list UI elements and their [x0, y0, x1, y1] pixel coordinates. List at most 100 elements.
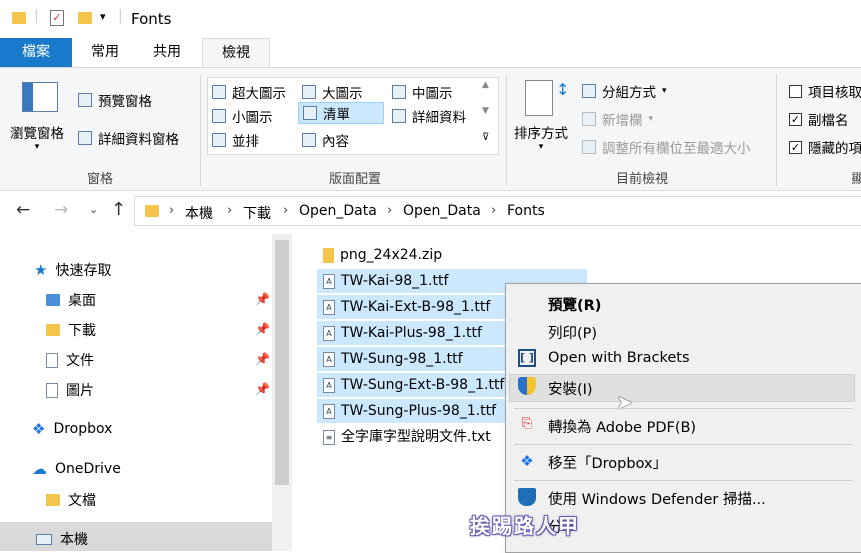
file-name: TW-Sung-98_1.ttf: [341, 351, 463, 367]
menu-item-move-to-dropbox[interactable]: 移至「Dropbox」: [548, 452, 667, 473]
layout-large-icons[interactable]: 大圖示: [302, 82, 363, 102]
menu-item-install[interactable]: 安裝(I): [548, 378, 593, 399]
documents-icon: [46, 352, 58, 368]
checkbox[interactable]: [789, 84, 802, 98]
up-arrow-icon[interactable]: ↑: [111, 199, 126, 220]
tab-home[interactable]: 常用: [80, 38, 130, 67]
nav-quick-access[interactable]: ★ 快速存取: [34, 260, 111, 280]
nav-item-downloads[interactable]: 下載: [46, 320, 96, 340]
menu-item-open-with-brackets[interactable]: Open with Brackets: [548, 350, 690, 366]
chevron-right-icon[interactable]: ›: [491, 203, 496, 218]
watermark: 挨踢路人甲: [470, 514, 580, 538]
nav-item-pictures[interactable]: 圖片: [46, 380, 94, 400]
chevron-down-icon[interactable]: ▾: [100, 10, 106, 23]
new-folder-icon[interactable]: [78, 12, 92, 24]
checkbox-checked[interactable]: ✓: [789, 112, 802, 126]
layout-extra-large-icons[interactable]: 超大圖示: [212, 82, 286, 102]
breadcrumb-open-data[interactable]: Open_Data: [403, 203, 481, 219]
file-item[interactable]: png_24x24.zip: [317, 243, 442, 267]
nav-scrollbar-thumb[interactable]: [275, 240, 289, 485]
chevron-down-icon: ▾: [538, 142, 544, 152]
menu-item-convert-pdf[interactable]: 轉換為 Adobe PDF(B): [548, 416, 696, 437]
nav-label: 文檔: [68, 493, 96, 509]
menu-item-print[interactable]: 列印(P): [548, 322, 597, 343]
hidden-items-toggle[interactable]: ✓ 隱藏的項: [789, 137, 861, 157]
back-arrow-icon[interactable]: ←: [16, 200, 30, 220]
star-icon: ★: [34, 261, 48, 279]
properties-icon[interactable]: ✓: [50, 10, 64, 26]
recent-locations-icon[interactable]: ⌄: [89, 203, 98, 216]
breadcrumb[interactable]: › 本機 › 下載 › Open_Data › Open_Data › Font…: [134, 196, 861, 226]
menu-item-defender-scan[interactable]: 使用 Windows Defender 掃描...: [548, 488, 766, 509]
address-bar: ← → ⌄ ↑ › 本機 › 下載 › Open_Data › Open_Dat…: [0, 196, 861, 226]
file-extensions-toggle[interactable]: ✓ 副檔名: [789, 109, 849, 129]
breadcrumb-fonts[interactable]: Fonts: [507, 203, 545, 219]
item-checkboxes-toggle[interactable]: 項目核取: [789, 81, 861, 101]
breadcrumb-open-data[interactable]: Open_Data: [299, 203, 377, 219]
file-item[interactable]: ≡ 全字庫字型說明文件.txt: [317, 425, 491, 449]
tab-file[interactable]: 檔案: [0, 38, 72, 67]
menu-separator: [514, 408, 852, 409]
layout-tiles[interactable]: 並排: [212, 130, 259, 150]
tiles-icon: [212, 133, 226, 147]
nav-label: 快速存取: [55, 263, 112, 279]
nav-this-pc[interactable]: 本機: [36, 529, 88, 549]
nav-onedrive[interactable]: ☁ OneDrive: [32, 460, 121, 478]
expand-gallery-icon[interactable]: ⊽: [482, 132, 489, 143]
chevron-down-icon: ▾: [648, 114, 654, 124]
add-columns-icon: [582, 112, 596, 126]
scroll-down-icon[interactable]: ▼: [482, 106, 489, 116]
nav-item-onedrive-documents[interactable]: 文檔: [46, 490, 96, 510]
nav-item-desktop[interactable]: 桌面: [46, 290, 96, 310]
pin-icon[interactable]: 📌: [255, 352, 270, 366]
group-by-label: 分組方式: [602, 85, 656, 101]
pin-icon[interactable]: 📌: [255, 382, 270, 396]
breadcrumb-downloads[interactable]: 下載: [243, 203, 271, 223]
sort-by-button[interactable]: 排序方式 ▾: [514, 122, 568, 152]
layout-details[interactable]: 詳細資料: [392, 106, 466, 126]
preview-pane-icon: [78, 93, 92, 107]
pin-icon[interactable]: 📌: [255, 322, 270, 336]
nav-item-documents[interactable]: 文件: [46, 350, 94, 370]
file-extensions-label: 副檔名: [808, 113, 849, 129]
chevron-down-icon: ▾: [34, 142, 40, 152]
forward-arrow-icon[interactable]: →: [54, 200, 68, 220]
layout-medium-icons[interactable]: 中圖示: [392, 82, 453, 102]
scroll-up-icon[interactable]: ▲: [482, 80, 489, 90]
item-checkboxes-label: 項目核取: [808, 85, 861, 101]
pin-icon[interactable]: 📌: [255, 292, 270, 306]
brackets-icon: [ ]: [518, 349, 536, 367]
chevron-right-icon[interactable]: ›: [169, 203, 174, 218]
details-pane-button[interactable]: 詳細資料窗格: [78, 128, 179, 148]
cloud-icon: ☁: [32, 460, 47, 478]
add-columns-button[interactable]: 新增欄 ▾: [582, 109, 653, 129]
layout-group-label: 版面配置: [328, 172, 381, 187]
breadcrumb-this-pc[interactable]: 本機: [185, 203, 213, 223]
menu-item-preview[interactable]: 預覽(R): [548, 294, 601, 315]
large-icons-icon: [302, 85, 316, 99]
pictures-icon: [46, 382, 58, 398]
group-by-button[interactable]: 分組方式 ▾: [582, 81, 667, 101]
text-file-icon: ≡: [323, 429, 335, 445]
nav-dropbox[interactable]: ❖ Dropbox: [32, 420, 112, 438]
layout-content[interactable]: 內容: [302, 130, 349, 150]
extra-large-icons-icon: [212, 85, 226, 99]
chevron-right-icon[interactable]: ›: [283, 203, 288, 218]
layout-label: 超大圖示: [232, 86, 286, 102]
chevron-right-icon[interactable]: ›: [387, 203, 392, 218]
divider: [776, 74, 777, 186]
preview-pane-button[interactable]: 預覽窗格: [78, 90, 152, 110]
details-pane-label: 詳細資料窗格: [98, 132, 179, 148]
chevron-right-icon[interactable]: ›: [227, 203, 232, 218]
fit-columns-button[interactable]: 調整所有欄位至最適大小: [582, 137, 751, 157]
navigation-pane-button[interactable]: 瀏覽窗格 ▾: [10, 122, 64, 152]
layout-list[interactable]: 清單: [298, 102, 384, 124]
preview-pane-label: 預覽窗格: [98, 94, 152, 110]
tab-view[interactable]: 檢視: [202, 38, 270, 69]
layout-small-icons[interactable]: 小圖示: [212, 106, 273, 126]
layout-label: 內容: [322, 134, 349, 150]
checkbox-checked[interactable]: ✓: [789, 140, 802, 154]
tab-share[interactable]: 共用: [142, 38, 192, 67]
add-columns-label: 新增欄: [602, 113, 643, 129]
title-bar: | ✓ ▾ | Fonts: [0, 0, 861, 38]
